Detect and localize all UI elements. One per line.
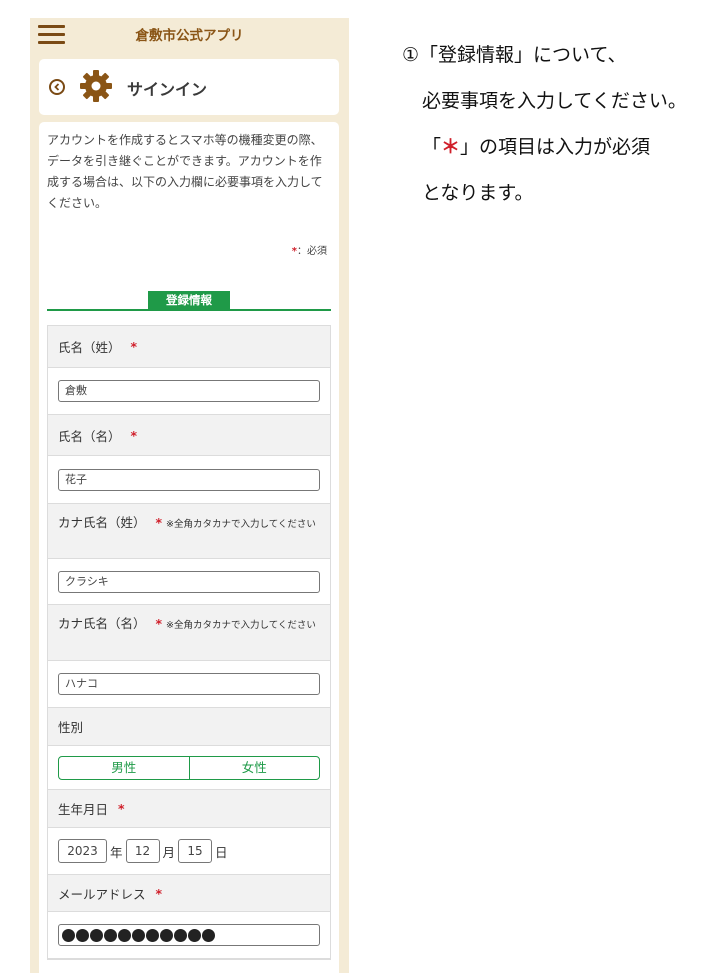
first-name-label: 氏名（名） xyxy=(58,428,121,444)
annotation-line-2: 必要事項を入力してください。 xyxy=(422,90,687,112)
first-name-input[interactable]: 花子 xyxy=(58,468,320,491)
masked-char-dot xyxy=(188,928,201,942)
birth-day-input[interactable]: 15 xyxy=(178,839,213,863)
month-unit: 月 xyxy=(162,844,176,860)
birth-year-input[interactable]: 2023 xyxy=(58,839,107,863)
section-title: 登録情報 xyxy=(148,291,230,310)
first-name-label-row: 氏名（名） * xyxy=(48,415,330,456)
annotation-line-3: 「＊」の項目は入力が必須 xyxy=(402,124,687,170)
masked-char-dot xyxy=(118,928,131,942)
gender-option-male[interactable]: 男性 xyxy=(59,757,189,779)
gender-field-row: 男性 女性 xyxy=(48,746,330,790)
required-star: * xyxy=(155,885,163,901)
birthday-label-row: 生年月日 * xyxy=(48,790,330,828)
required-star: * xyxy=(130,339,138,354)
kana-first-label-row: カナ氏名（名） * ※全角カタカナで入力してください xyxy=(48,605,330,661)
required-note-text: ：必須 xyxy=(297,246,327,257)
page-header: サインイン xyxy=(39,59,339,115)
email-label-row: メールアドレス * xyxy=(48,875,330,912)
last-name-field-row: 倉敷 xyxy=(48,368,330,415)
annotation-required-star: ＊ xyxy=(441,136,461,158)
day-unit: 日 xyxy=(215,844,228,860)
gender-option-female[interactable]: 女性 xyxy=(188,756,320,779)
kana-first-field-row: ハナコ xyxy=(48,661,330,708)
gender-toggle: 男性 女性 xyxy=(58,755,320,780)
required-note: *：必須 xyxy=(292,242,327,257)
required-star: * xyxy=(130,427,138,443)
last-name-label: 氏名（姓） xyxy=(58,340,121,355)
phone-screen: 倉敷市公式アプリ サインイン アカウントを作成するとスマホ等の機種変更の際、デー… xyxy=(30,18,349,973)
page-title: サインイン xyxy=(127,80,208,99)
kana-first-note: ※全角カタカナで入力してください xyxy=(166,620,316,631)
required-star: * xyxy=(155,616,163,631)
birth-month-input[interactable]: 12 xyxy=(125,839,160,863)
email-field-row xyxy=(48,912,330,959)
masked-char-dot xyxy=(132,928,145,942)
kana-last-label: カナ氏名（姓） xyxy=(58,515,146,530)
first-name-field-row: 花子 xyxy=(48,456,330,504)
kana-last-note: ※全角カタカナで入力してください xyxy=(166,519,316,530)
last-name-input[interactable]: 倉敷 xyxy=(58,380,320,402)
hamburger-icon[interactable] xyxy=(38,25,65,44)
masked-char-dot xyxy=(174,928,187,942)
annotation-line-1: ①「登録情報」について、 xyxy=(402,44,627,66)
birthday-field-row: 2023 年 12 月 15 日 xyxy=(48,828,330,875)
required-star: * xyxy=(118,801,125,816)
year-unit: 年 xyxy=(110,844,123,860)
annotation-line-4: となります。 xyxy=(422,182,534,204)
gender-label-row: 性別 xyxy=(48,708,330,746)
top-bar: 倉敷市公式アプリ xyxy=(30,18,349,50)
kana-last-label-row: カナ氏名（姓） * ※全角カタカナで入力してください xyxy=(48,504,330,559)
masked-char-dot xyxy=(90,928,103,942)
masked-char-dot xyxy=(146,928,159,942)
kana-last-field-row: クラシキ xyxy=(48,559,330,605)
content-card: アカウントを作成するとスマホ等の機種変更の際、データを引き継ぐことができます。ア… xyxy=(39,122,339,973)
kana-first-label: カナ氏名（名） xyxy=(58,616,146,631)
intro-text: アカウントを作成するとスマホ等の機種変更の際、データを引き継ぐことができます。ア… xyxy=(47,133,323,210)
masked-char-dot xyxy=(160,928,173,942)
registration-form: 氏名（姓） * 倉敷 氏名（名） * 花子 カナ氏名（姓） * ※全角カタカナで入… xyxy=(47,325,331,960)
kana-first-input[interactable]: ハナコ xyxy=(58,673,320,695)
gear-icon xyxy=(80,70,112,102)
back-circle-icon[interactable] xyxy=(49,79,65,95)
masked-char-dot xyxy=(76,928,89,942)
email-label: メールアドレス xyxy=(58,886,146,902)
annotation-line-3-rest: 」の項目は入力が必須 xyxy=(460,136,651,158)
birthday-label: 生年月日 xyxy=(58,802,109,817)
email-input[interactable] xyxy=(58,924,320,946)
kana-last-input[interactable]: クラシキ xyxy=(58,570,320,593)
app-title: 倉敷市公式アプリ xyxy=(135,28,244,44)
required-star: * xyxy=(155,515,163,530)
masked-char-dot xyxy=(104,928,117,942)
annotation-bracket-open: 「 xyxy=(422,136,442,158)
masked-char-dot xyxy=(202,928,215,942)
annotation: ①「登録情報」について、 必要事項を入力してください。 「＊」の項目は入力が必須… xyxy=(402,32,687,216)
gender-label: 性別 xyxy=(58,720,84,735)
masked-char-dot xyxy=(62,928,75,942)
last-name-label-row: 氏名（姓） * xyxy=(48,326,330,368)
